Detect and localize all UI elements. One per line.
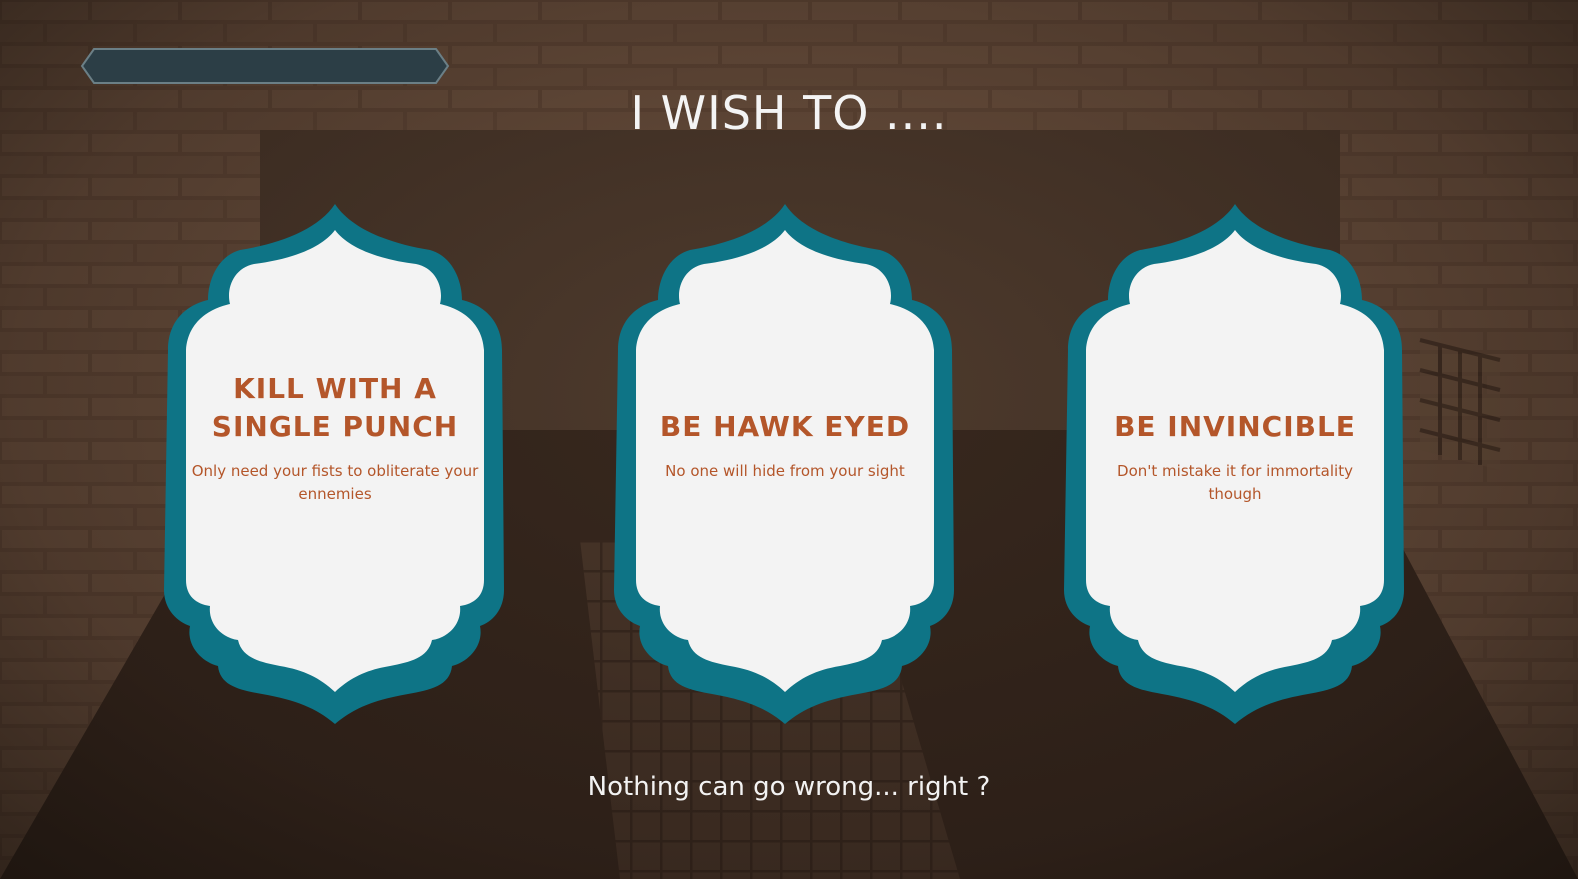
wish-card-hawk-eyed[interactable]: BE HAWK EYED No one will hide from your …: [612, 200, 958, 728]
wish-title: BE INVINCIBLE: [1114, 410, 1356, 443]
footer-caption: Nothing can go wrong... right ?: [587, 772, 991, 802]
wish-title: BE HAWK EYED: [659, 410, 911, 443]
top-bar: [80, 48, 450, 84]
card-content: KILL WITH A SINGLE PUNCH Only need your …: [190, 370, 480, 506]
wish-description: Don't mistake it for immortality though: [1117, 462, 1353, 503]
page-title: I WISH TO ....: [630, 86, 948, 140]
card-content: BE HAWK EYED No one will hide from your …: [640, 408, 930, 483]
wish-title: KILL WITH A SINGLE PUNCH: [211, 372, 459, 443]
wish-card-invincible[interactable]: BE INVINCIBLE Don't mistake it for immor…: [1062, 200, 1408, 728]
game-scene: I WISH TO .... KILL WITH A SINGLE PUNCH …: [0, 0, 1578, 879]
wish-description: No one will hide from your sight: [665, 462, 905, 480]
wish-description: Only need your fists to obliterate your …: [191, 462, 479, 503]
card-content: BE INVINCIBLE Don't mistake it for immor…: [1090, 408, 1380, 506]
wish-card-single-punch[interactable]: KILL WITH A SINGLE PUNCH Only need your …: [162, 200, 508, 728]
